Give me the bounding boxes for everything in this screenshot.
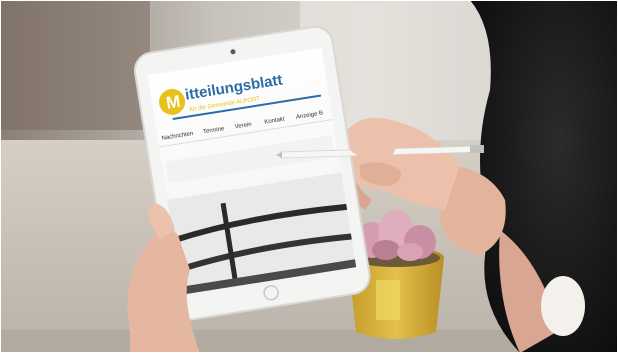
background-shelf [0, 0, 150, 130]
earbud [541, 276, 585, 336]
logo-letter: M [165, 92, 182, 113]
photograph: M itteilungsblatt für die Gemeinde ALPOR… [0, 0, 618, 353]
photo-scene: M itteilungsblatt für die Gemeinde ALPOR… [0, 0, 618, 353]
